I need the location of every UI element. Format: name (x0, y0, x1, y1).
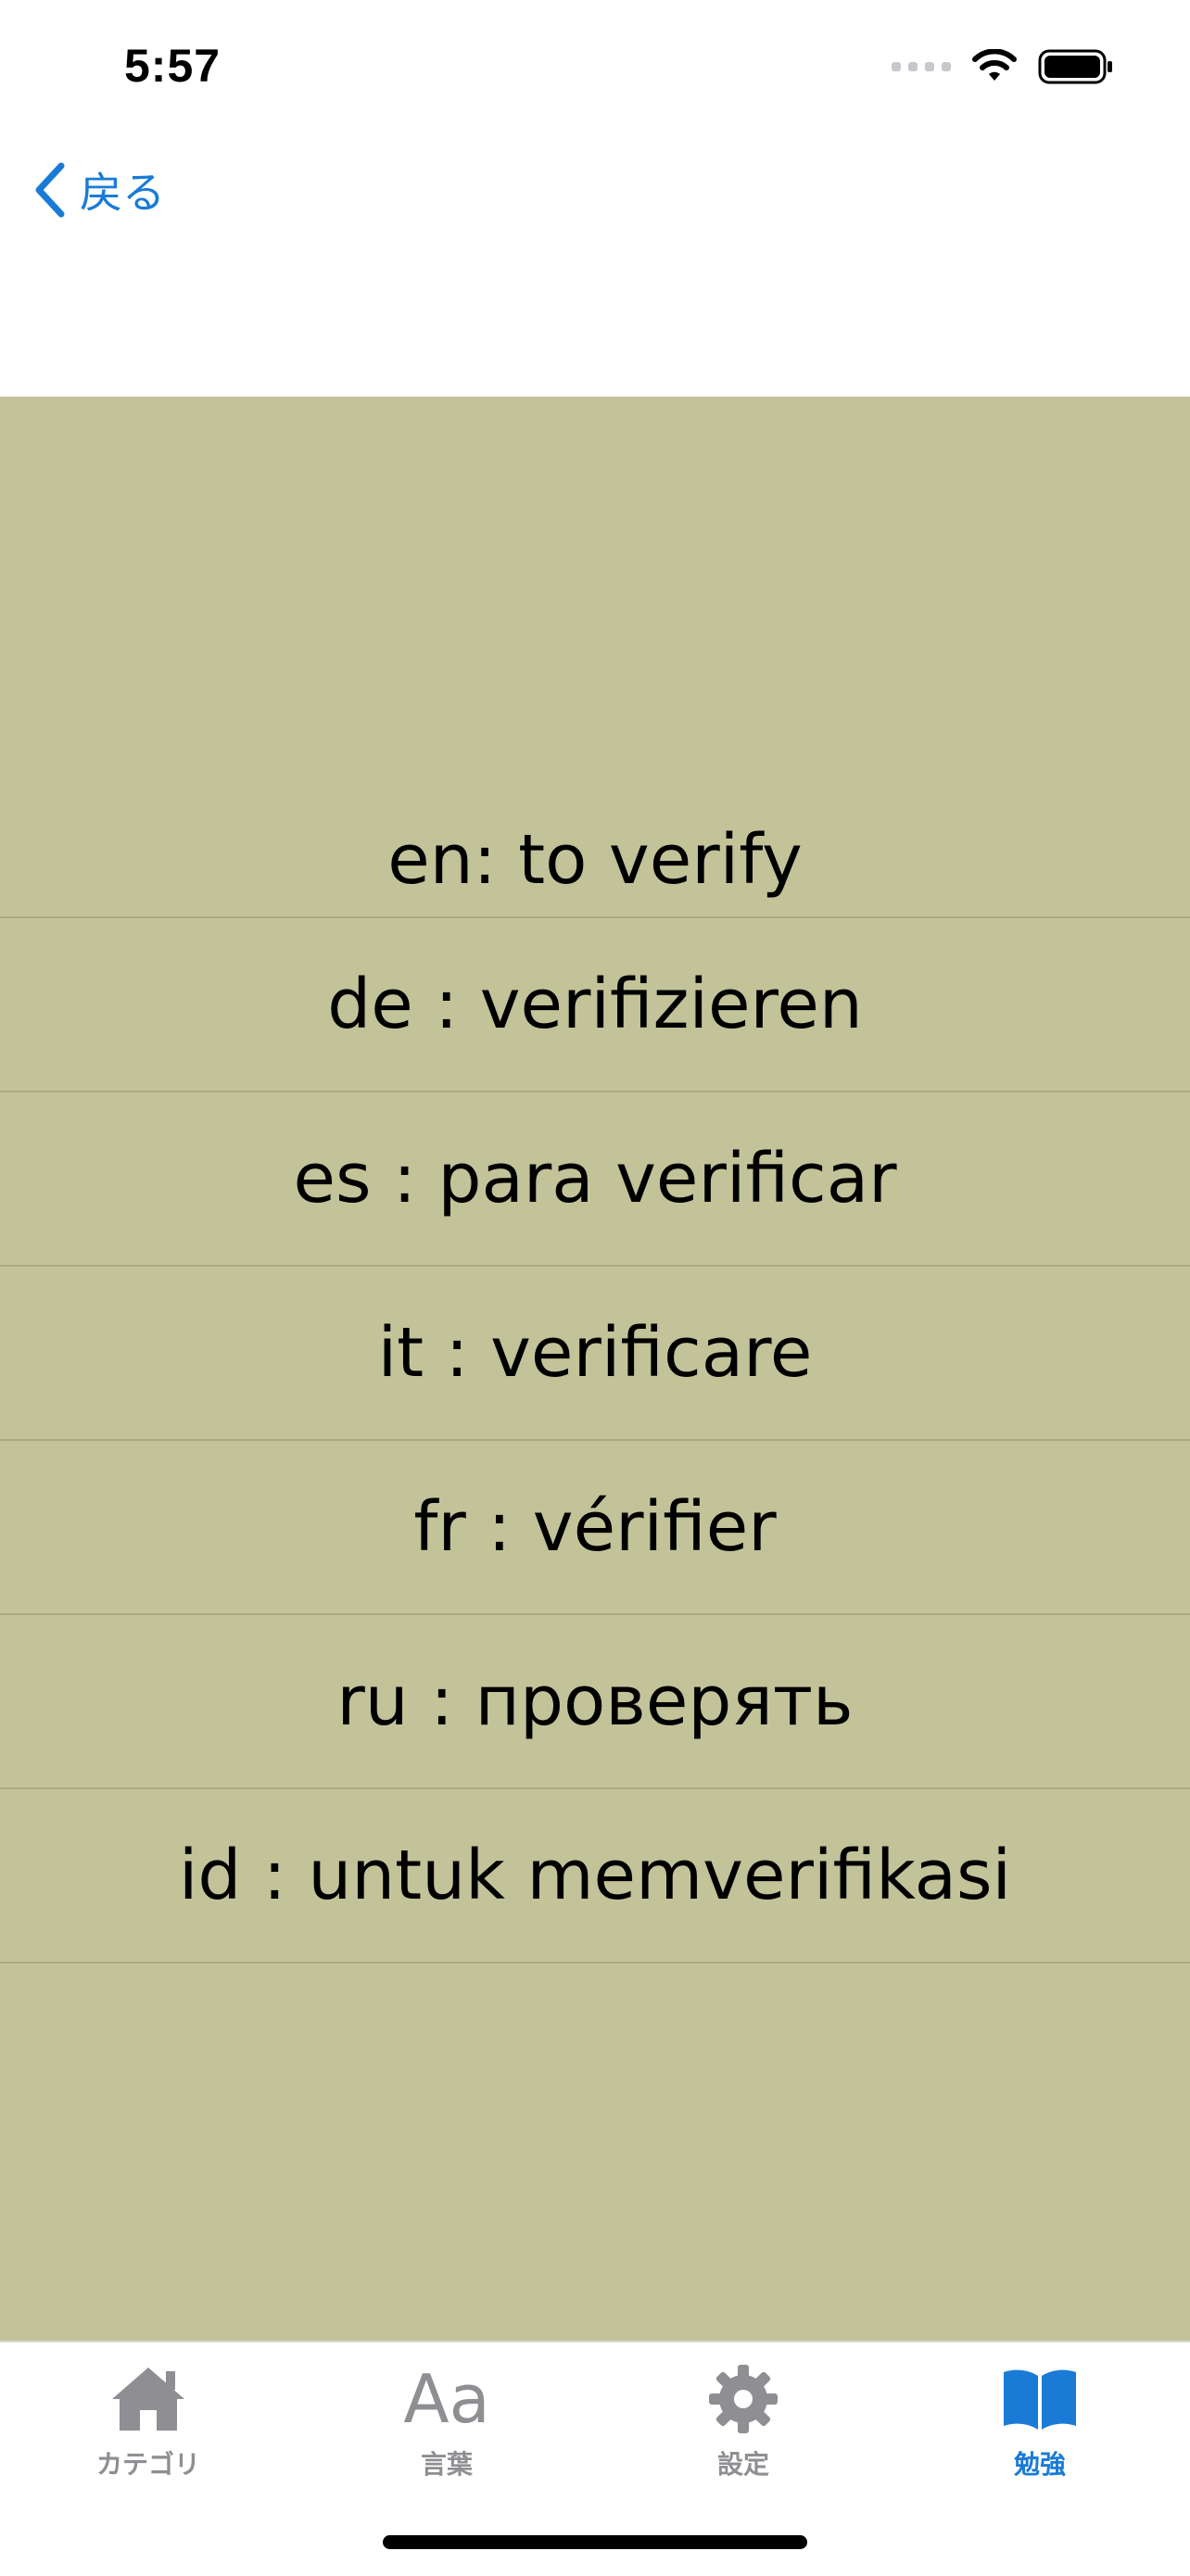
translation-row-es: es : para verificar (0, 1092, 1190, 1267)
cellular-signal-icon (892, 62, 951, 71)
book-icon (1000, 2361, 1080, 2437)
translation-row-id: id : untuk memverifikasi (0, 1789, 1190, 1964)
tab-study-label: 勉強 (1013, 2449, 1066, 2480)
translation-row-de: de : verifizieren (0, 918, 1190, 1092)
gear-icon (707, 2361, 779, 2437)
translation-row-ru: ru : проверять (0, 1615, 1190, 1789)
tab-category-label: カテゴリ (95, 2449, 200, 2480)
translation-row-it: it : verificare (0, 1267, 1190, 1441)
back-button[interactable]: 戻る (33, 159, 165, 221)
translation-list: en: to verify de : verifizieren es : par… (0, 764, 1190, 1964)
tab-settings-label: 設定 (716, 2449, 769, 2480)
battery-icon (1038, 49, 1112, 84)
wifi-icon (972, 49, 1017, 81)
home-icon (108, 2361, 188, 2437)
home-indicator[interactable] (383, 2535, 807, 2549)
chevron-left-icon (35, 162, 65, 218)
status-icons (892, 48, 1114, 85)
translation-row-fr: fr : vérifier (0, 1441, 1190, 1615)
status-time: 5:57 (124, 40, 222, 92)
back-button-label: 戻る (80, 168, 165, 218)
tab-study[interactable]: 勉強 (947, 2361, 1133, 2481)
tab-settings[interactable]: 設定 (651, 2361, 836, 2481)
tab-category[interactable]: カテゴリ (56, 2361, 241, 2481)
tab-words-label: 言葉 (420, 2449, 473, 2480)
word-card: en: to verify de : verifizieren es : par… (0, 397, 1190, 2341)
status-bar: 5:57 (0, 0, 1190, 130)
text-format-icon: Aa (403, 2360, 490, 2438)
translation-row-en: en: to verify (0, 764, 1190, 918)
tab-words[interactable]: Aa 言葉 (354, 2361, 539, 2481)
